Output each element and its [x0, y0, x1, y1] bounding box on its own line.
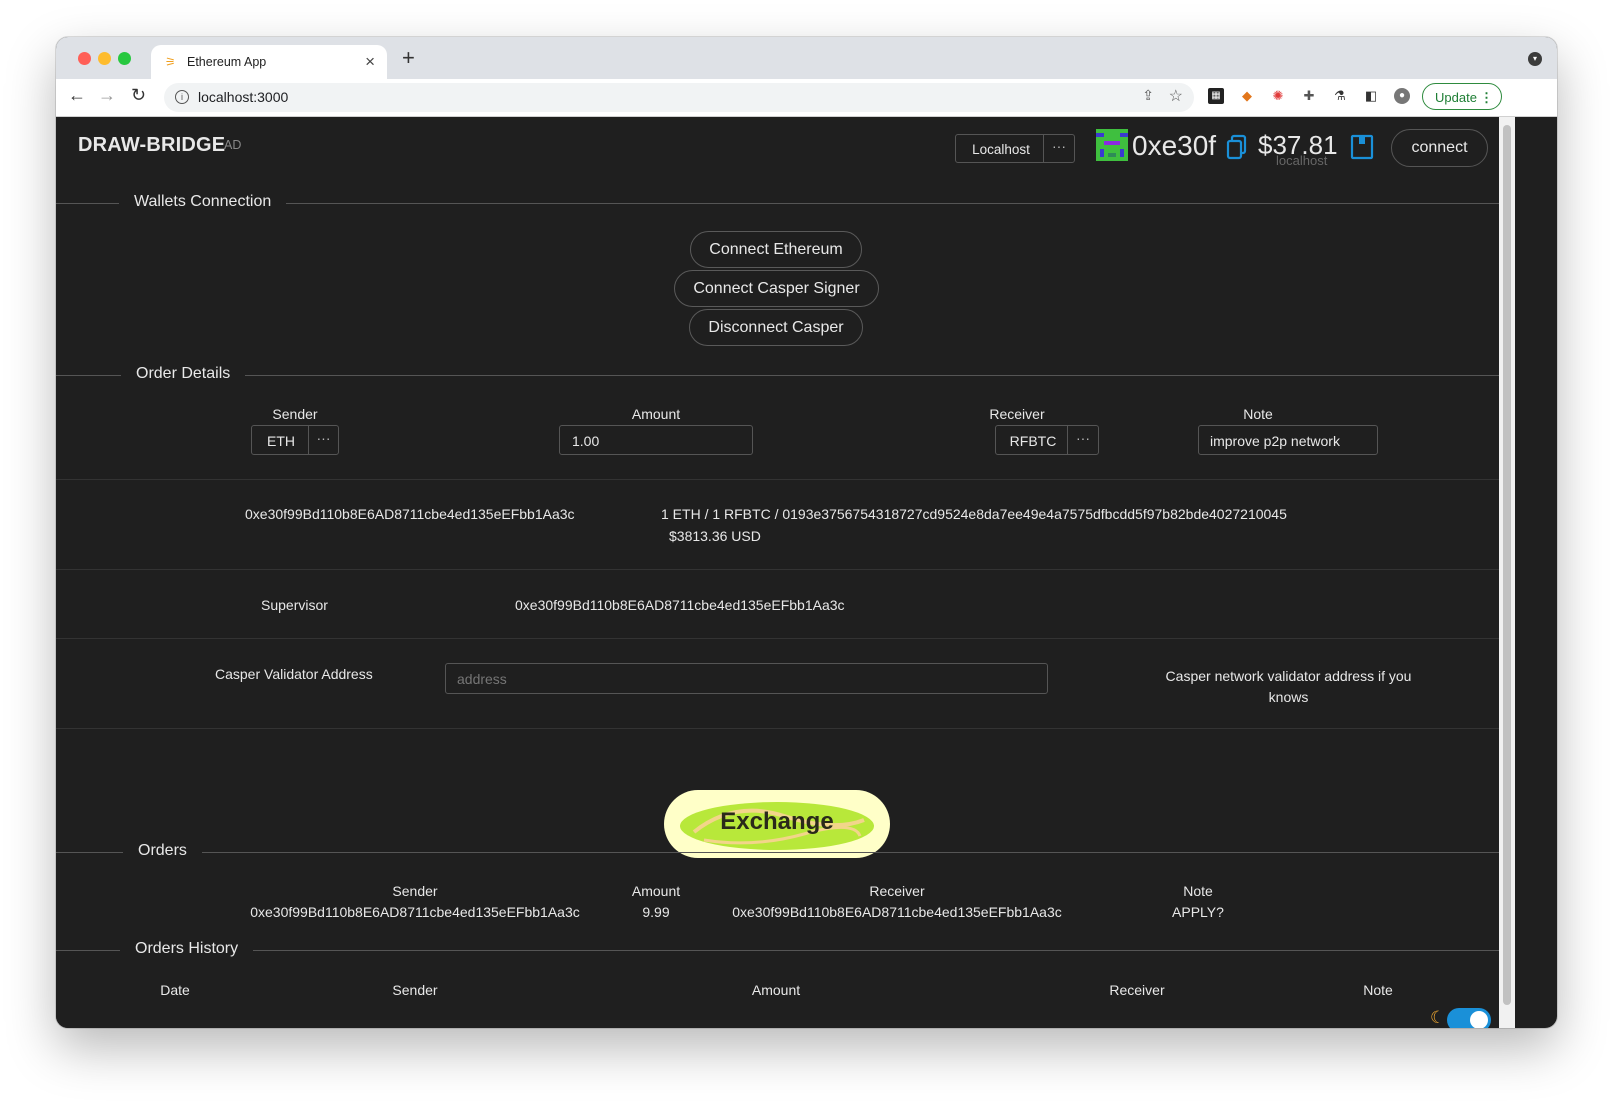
history-header-receiver: Receiver — [1109, 982, 1165, 998]
history-section-title: Orders History — [120, 940, 254, 958]
sender-select[interactable]: ETH ··· — [251, 425, 339, 455]
connect-button[interactable]: connect — [1391, 129, 1488, 167]
validator-help-text: Casper network validator address if you … — [1165, 668, 1412, 705]
copy-icon[interactable] — [1226, 134, 1248, 160]
amount-input[interactable]: 1.00 — [559, 425, 753, 455]
order-section-title: Order Details — [121, 365, 246, 383]
amount-value: 1.00 — [572, 433, 600, 449]
reload-icon[interactable]: ↻ — [131, 85, 146, 106]
lab-extension-icon[interactable]: ⚗ — [1332, 88, 1348, 104]
row-separator — [56, 479, 1499, 480]
app-page: DRAW-BRIDGE AD Localhost ··· 0xe30f $37.… — [56, 117, 1499, 1028]
extensions-puzzle-icon[interactable]: ✚ — [1301, 88, 1317, 104]
balance-network: localhost — [1276, 153, 1328, 168]
browser-toolbar: ← → ↻ i localhost:3000 ⇪ ☆ ▦ ◆ ✺ ✚ ⚗ ◧ ●… — [56, 79, 1557, 117]
exchange-button[interactable]: Exchange — [664, 790, 890, 858]
address-bar[interactable]: i localhost:3000 ⇪ ☆ — [164, 83, 1194, 112]
row-separator — [56, 638, 1499, 639]
wallet-icon[interactable] — [1350, 134, 1374, 160]
moon-icon: ☾ — [1430, 1008, 1446, 1027]
metamask-extension-icon[interactable]: ◆ — [1239, 88, 1255, 104]
close-window-button[interactable] — [78, 52, 91, 65]
signer-extension-icon[interactable]: ✺ — [1270, 88, 1286, 104]
sender-label: Sender — [272, 406, 318, 422]
orders-header-note: Note — [1183, 883, 1213, 899]
history-divider: Orders History — [56, 940, 1499, 958]
disconnect-casper-button[interactable]: Disconnect Casper — [689, 309, 863, 346]
profile-avatar-icon[interactable]: ● — [1394, 88, 1410, 104]
minimize-window-button[interactable] — [98, 52, 111, 65]
rate-line: 1 ETH / 1 RFBTC / 0193e3756754318727cd95… — [661, 506, 1287, 522]
browser-tab[interactable]: ⚞ Ethereum App × — [151, 45, 387, 79]
order-row-receiver: 0xe30f99Bd110b8E6AD8711cbe4ed135eEFbb1Aa… — [732, 904, 1062, 920]
orders-header-amount: Amount — [631, 883, 681, 899]
sender-more-icon[interactable]: ··· — [308, 426, 338, 454]
wallets-divider: Wallets Connection — [56, 193, 1499, 211]
qr-extension-icon[interactable]: ▦ — [1208, 88, 1224, 104]
browser-window: ⚞ Ethereum App × + ▾ ← → ↻ i localhost:3… — [56, 37, 1557, 1028]
favicon-icon: ⚞ — [165, 55, 176, 69]
note-label: Note — [1243, 406, 1273, 422]
update-label: Update — [1435, 90, 1477, 105]
maximize-window-button[interactable] — [118, 52, 131, 65]
network-more-icon[interactable]: ··· — [1043, 135, 1074, 162]
sender-address: 0xe30f99Bd110b8E6AD8711cbe4ed135eEFbb1Aa… — [245, 506, 575, 522]
share-icon[interactable]: ⇪ — [1142, 87, 1154, 104]
receiver-label: Receiver — [989, 406, 1045, 422]
page-scrollbar[interactable] — [1499, 117, 1515, 1028]
side-panel-icon[interactable]: ◧ — [1363, 88, 1379, 104]
account-address[interactable]: 0xe30f — [1132, 130, 1216, 162]
orders-section-title: Orders — [123, 842, 202, 860]
validator-label: Casper Validator Address — [215, 666, 373, 682]
tab-close-icon[interactable]: × — [365, 52, 375, 72]
history-header-amount: Amount — [751, 982, 801, 998]
order-row-amount: 9.99 — [642, 904, 670, 920]
receiver-select[interactable]: RFBTC ··· — [995, 425, 1099, 455]
orders-header-sender: Sender — [392, 883, 438, 899]
url-text[interactable]: localhost:3000 — [198, 89, 288, 105]
validator-address-input[interactable] — [445, 663, 1048, 694]
receiver-value: RFBTC — [1009, 433, 1057, 449]
bookmark-star-icon[interactable]: ☆ — [1169, 86, 1183, 106]
kebab-menu-icon[interactable]: ⋮ — [1480, 84, 1493, 111]
exchange-label: Exchange — [720, 808, 834, 835]
back-icon[interactable]: ← — [68, 85, 86, 106]
wallets-section-title: Wallets Connection — [119, 193, 287, 211]
toggle-knob — [1470, 1011, 1488, 1028]
network-label: Localhost — [972, 142, 1030, 157]
order-row-sender: 0xe30f99Bd110b8E6AD8711cbe4ed135eEFbb1Aa… — [250, 904, 580, 920]
network-select[interactable]: Localhost ··· — [955, 134, 1075, 163]
brand-title: DRAW-BRIDGE — [78, 134, 226, 156]
sender-value: ETH — [267, 433, 295, 449]
forward-icon[interactable]: → — [98, 85, 116, 106]
receiver-more-icon[interactable]: ··· — [1067, 426, 1098, 454]
supervisor-label: Supervisor — [261, 597, 328, 613]
order-divider: Order Details — [56, 365, 1499, 383]
tab-search-icon[interactable]: ▾ — [1528, 52, 1542, 66]
tab-strip: ⚞ Ethereum App × + ▾ — [56, 37, 1557, 79]
orders-header-receiver: Receiver — [869, 883, 925, 899]
history-header-sender: Sender — [392, 982, 438, 998]
brand-subtitle: AD — [224, 138, 242, 152]
history-header-note: Note — [1363, 982, 1393, 998]
account-blockie-icon — [1096, 129, 1128, 161]
row-separator — [56, 569, 1499, 570]
connect-casper-button[interactable]: Connect Casper Signer — [674, 270, 879, 307]
history-header-date: Date — [160, 982, 190, 998]
row-separator — [56, 728, 1499, 729]
tab-title: Ethereum App — [187, 55, 267, 69]
update-button[interactable]: Update ⋮ — [1422, 83, 1502, 110]
site-info-icon[interactable]: i — [175, 90, 189, 104]
usd-value: $3813.36 USD — [669, 528, 761, 544]
orders-divider: Orders — [56, 842, 1499, 860]
amount-label: Amount — [631, 406, 681, 422]
note-input[interactable]: improve p2p network — [1198, 425, 1378, 455]
dark-mode-toggle[interactable] — [1447, 1008, 1491, 1028]
connect-ethereum-button[interactable]: Connect Ethereum — [690, 231, 862, 268]
order-row-note[interactable]: APPLY? — [1148, 904, 1248, 920]
scrollbar-thumb[interactable] — [1503, 125, 1511, 1005]
supervisor-address: 0xe30f99Bd110b8E6AD8711cbe4ed135eEFbb1Aa… — [515, 597, 845, 613]
note-value: improve p2p network — [1210, 433, 1340, 449]
new-tab-icon[interactable]: + — [402, 45, 415, 71]
